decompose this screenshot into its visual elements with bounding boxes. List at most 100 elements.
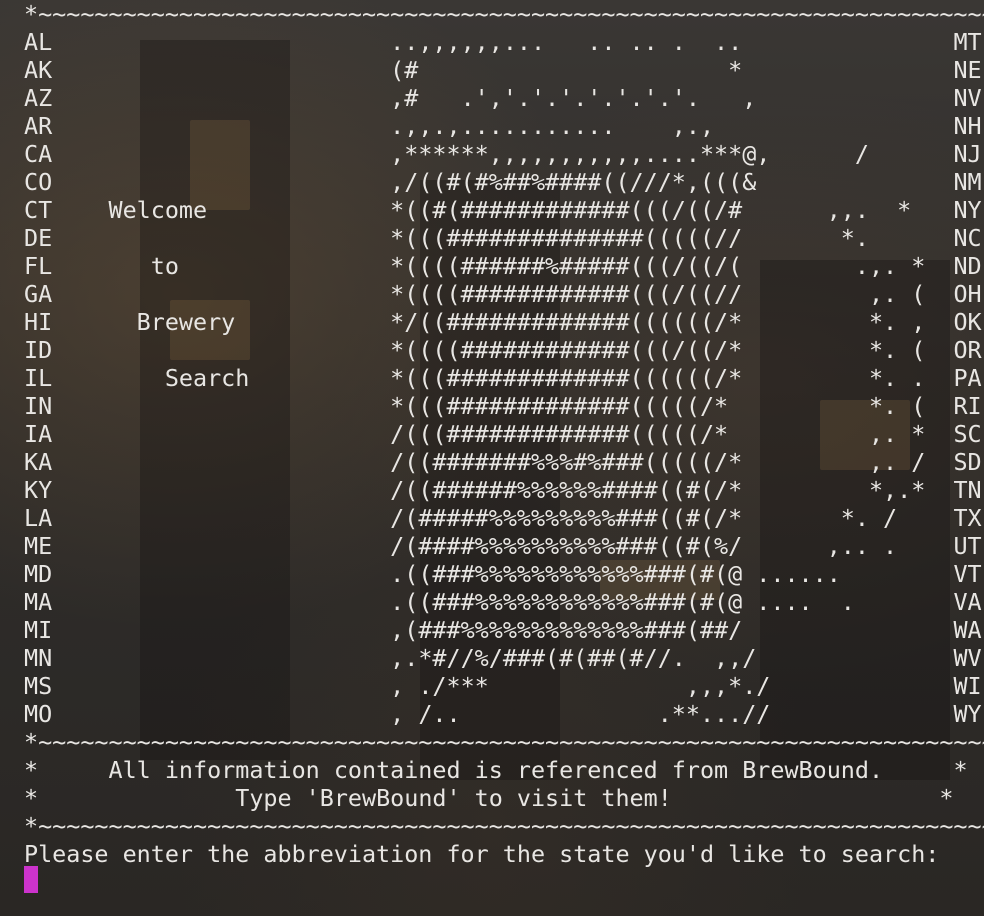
state-row: MO , /.. .**...// WY [24, 700, 984, 728]
state-row: CA ,******,,,,,,,,,,,....***@, / NJ [24, 140, 984, 168]
state-abbr-right: TX [953, 504, 982, 532]
state-abbr-left: AK [24, 56, 53, 84]
welcome-word [52, 336, 390, 364]
state-abbr-left: CT [24, 196, 53, 224]
state-abbr-left: MS [24, 672, 53, 700]
ascii-art-line: , ./*** ,,,*./ [390, 672, 954, 700]
state-abbr-right: UT [953, 532, 982, 560]
welcome-word [52, 476, 390, 504]
border-star: * [24, 784, 236, 812]
ascii-art-line: (# * [390, 56, 954, 84]
border-star: * [939, 784, 954, 812]
state-abbr-left: MN [24, 644, 53, 672]
state-row: FL to *((((######%#####(((/((/( .,. * ND [24, 252, 984, 280]
info-row-2: * Type 'BrewBound' to visit them! * [24, 784, 984, 812]
ascii-art-line: */((#############((((((/* *. , [390, 308, 954, 336]
welcome-word [52, 168, 390, 196]
state-abbr-right: SC [953, 420, 982, 448]
welcome-word [52, 392, 390, 420]
ascii-art-line: ,/((#(#%##%####((///*,(((& [390, 168, 954, 196]
state-row: CO ,/((#(#%##%####((///*,(((& NM [24, 168, 984, 196]
state-abbr-right: NH [953, 112, 982, 140]
ascii-art-line: ,# .','.'.'.'.'.'.'. , [390, 84, 954, 112]
state-abbr-left: KY [24, 476, 53, 504]
welcome-word: Brewery [52, 308, 391, 336]
welcome-word [52, 28, 390, 56]
state-row: MI ,(###%%%%%%%%%%%%%###(##/ WA [24, 616, 984, 644]
ascii-art-line: /(#####%%%%%%%%%###((#(/* *. / [390, 504, 954, 532]
state-row: AZ ,# .','.'.'.'.'.'.'. , NV [24, 84, 984, 112]
state-abbr-right: NC [953, 224, 982, 252]
ascii-art-line: *((((############(((/((/* *. ( [390, 336, 954, 364]
ascii-art-line: /(####%%%%%%%%%%###((#(%/ ,.. . [390, 532, 954, 560]
state-abbr-left: AL [24, 28, 53, 56]
state-abbr-left: AZ [24, 84, 53, 112]
border-star: * [883, 756, 968, 784]
text-cursor[interactable] [24, 866, 38, 893]
state-abbr-left: MD [24, 560, 53, 588]
state-abbr-right: NM [953, 168, 982, 196]
bottom-border: *~~~~~~~~~~~~~~~~~~~~~~~~~~~~~~~~~~~~~~~… [24, 812, 984, 840]
state-row: CT Welcome *((#(############(((/((/# ,,.… [24, 196, 984, 224]
state-abbr-left: DE [24, 224, 53, 252]
state-abbr-left: IN [24, 392, 53, 420]
welcome-word [52, 532, 390, 560]
welcome-word [52, 420, 390, 448]
state-row: GA *((((############(((/((// ,. ( OH [24, 280, 984, 308]
state-row: MS , ./*** ,,,*./ WI [24, 672, 984, 700]
state-row: MN ,.*#//%/###(#(##(#//. ,,/ WV [24, 644, 984, 672]
search-prompt: Please enter the abbreviation for the st… [24, 840, 940, 868]
ascii-art-line: *((((######%#####(((/((/( .,. * [390, 252, 954, 280]
state-abbr-right: VT [953, 560, 982, 588]
state-abbr-right: NE [953, 56, 982, 84]
state-row: ID *((((############(((/((/* *. ( OR [24, 336, 984, 364]
ascii-art-line: .((###%%%%%%%%%%%%###(#(@ .... . [390, 588, 954, 616]
state-abbr-left: IA [24, 420, 53, 448]
terminal-window[interactable]: *~~~~~~~~~~~~~~~~~~~~~~~~~~~~~~~~~~~~~~~… [0, 0, 984, 916]
welcome-word: Welcome [52, 196, 391, 224]
state-row: KY /((######%%%%%%####((#(/* *,.* TN [24, 476, 984, 504]
ascii-art-line: ,******,,,,,,,,,,,....***@, / [390, 140, 954, 168]
welcome-word [52, 644, 390, 672]
state-abbr-right: WY [953, 700, 982, 728]
welcome-word [52, 224, 390, 252]
state-abbr-right: TN [953, 476, 982, 504]
welcome-word [52, 700, 390, 728]
state-row: LA /(#####%%%%%%%%%###((#(/* *. / TX [24, 504, 984, 532]
state-abbr-left: CO [24, 168, 53, 196]
ascii-art-line: /((######%%%%%%####((#(/* *,.* [390, 476, 954, 504]
state-abbr-right: MT [953, 28, 982, 56]
state-abbr-left: LA [24, 504, 53, 532]
state-abbr-right: PA [953, 364, 982, 392]
welcome-word [52, 56, 390, 84]
border-line: *~~~~~~~~~~~~~~~~~~~~~~~~~~~~~~~~~~~~~~~… [24, 0, 984, 28]
ascii-art-line: /((#######%%%#%###(((((/* ,. / [390, 448, 954, 476]
state-abbr-left: IL [24, 364, 53, 392]
state-row: IA /(((#############(((((/* ,. * SC [24, 420, 984, 448]
state-row: HI Brewery */((#############((((((/* *. … [24, 308, 984, 336]
ascii-art-line: *((#(############(((/((/# ,,. * [390, 196, 954, 224]
welcome-word [52, 588, 390, 616]
state-abbr-left: AR [24, 112, 53, 140]
state-abbr-right: OR [953, 336, 982, 364]
state-abbr-left: KA [24, 448, 53, 476]
ascii-art-line: *((((############(((/((// ,. ( [390, 280, 954, 308]
ascii-art-line: ,.*#//%/###(#(##(#//. ,,/ [390, 644, 954, 672]
welcome-word: Search [52, 364, 391, 392]
state-row: DE *(((##############(((((// *. NC [24, 224, 984, 252]
welcome-word [52, 280, 390, 308]
ascii-art-line: , /.. .**...// [390, 700, 954, 728]
state-abbr-right: OK [953, 308, 982, 336]
state-abbr-right: VA [953, 588, 982, 616]
state-abbr-right: WA [953, 616, 982, 644]
state-row: AL ..,,,,,,... .. .. . .. MT [24, 28, 984, 56]
ascii-art-line: ..,,,,,,... .. .. . .. [390, 28, 954, 56]
state-abbr-left: GA [24, 280, 53, 308]
ascii-art-line: *(((##############(((((// *. [390, 224, 954, 252]
state-abbr-left: MA [24, 588, 53, 616]
welcome-word [52, 616, 390, 644]
welcome-word [52, 84, 390, 112]
border-line: *~~~~~~~~~~~~~~~~~~~~~~~~~~~~~~~~~~~~~~~… [24, 728, 984, 756]
prompt-row: Please enter the abbreviation for the st… [24, 840, 984, 868]
separator-border: *~~~~~~~~~~~~~~~~~~~~~~~~~~~~~~~~~~~~~~~… [24, 728, 984, 756]
